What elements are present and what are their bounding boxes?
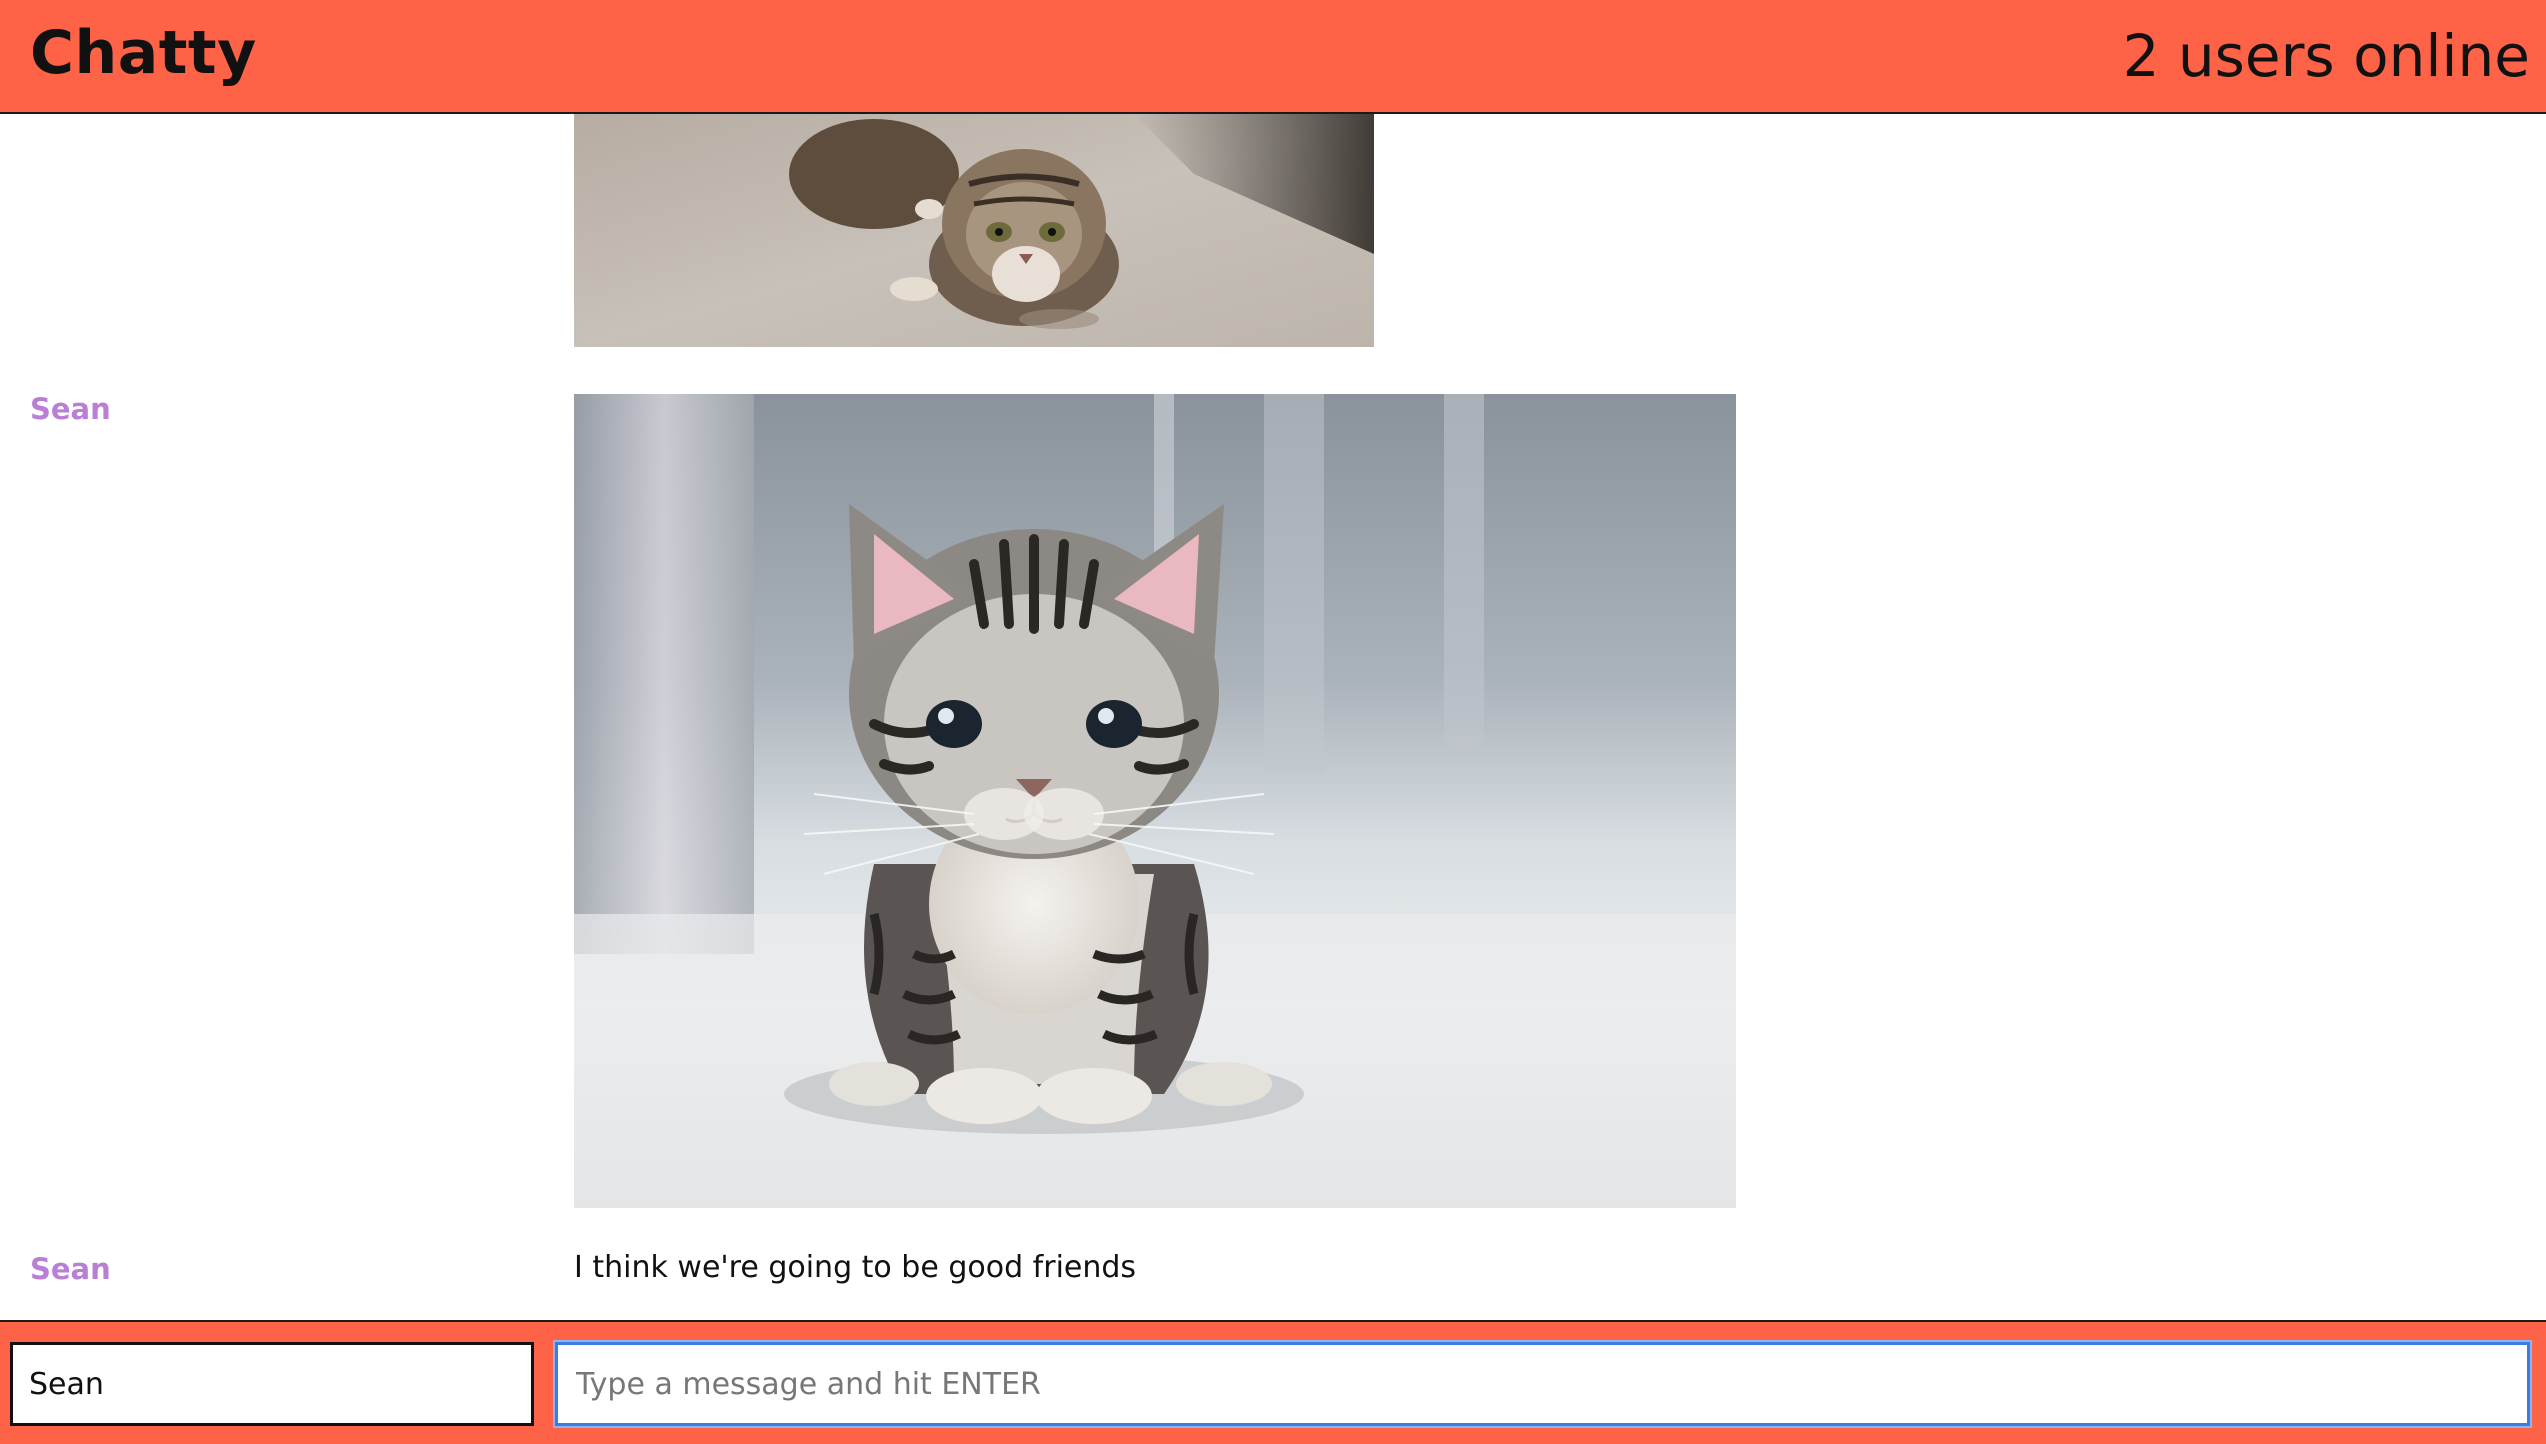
- message-input[interactable]: [555, 1342, 2530, 1426]
- chat-app: Chatty 2 users online Sean Sean I think …: [0, 0, 2546, 1444]
- message-content: I think we're going to be good friends: [574, 1250, 1136, 1285]
- message-username: Sean: [30, 1252, 111, 1286]
- message-text: I think we're going to be good friends: [574, 1250, 1137, 1285]
- message-image-2: [574, 394, 1736, 1208]
- chat-bar: [0, 1320, 2546, 1444]
- message-list[interactable]: Sean Sean I think we're going to be good…: [0, 114, 2546, 1320]
- brand-title[interactable]: Chatty: [30, 18, 257, 88]
- username-input[interactable]: [10, 1342, 534, 1426]
- message-image-1: [574, 114, 1374, 347]
- message-username: Sean: [30, 392, 111, 426]
- navbar: Chatty 2 users online: [0, 0, 2546, 114]
- users-online-count: 2 users online: [2122, 22, 2530, 90]
